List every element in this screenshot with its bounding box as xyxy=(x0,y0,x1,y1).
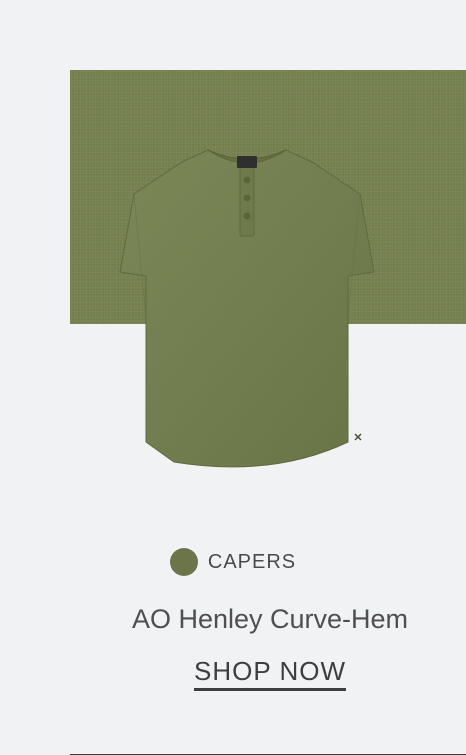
color-indicator[interactable]: CAPERS xyxy=(0,548,466,576)
product-title: AO Henley Curve-Hem xyxy=(131,604,409,634)
product-hero xyxy=(0,0,466,520)
shop-now-link[interactable]: SHOP NOW xyxy=(0,656,466,691)
shop-now-label: SHOP NOW xyxy=(194,656,346,691)
color-swatch-dot[interactable] xyxy=(169,548,198,576)
henley-tshirt-icon[interactable] xyxy=(112,142,382,492)
color-name-label: CAPERS xyxy=(207,551,297,573)
